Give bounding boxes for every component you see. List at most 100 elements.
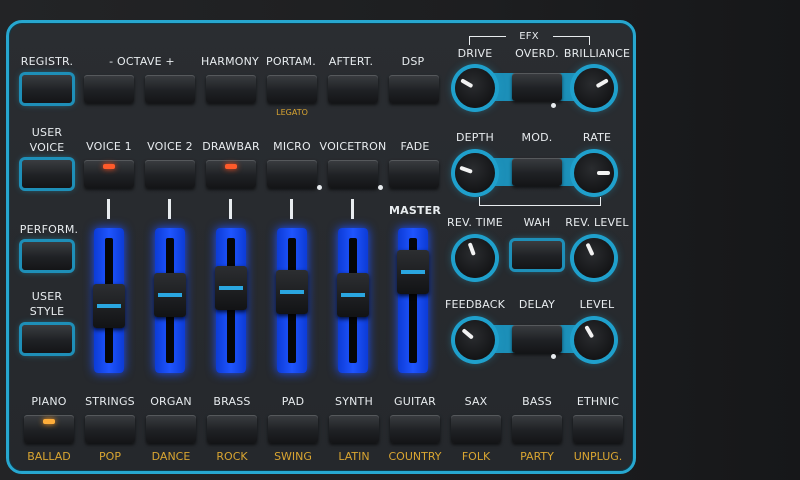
aftert-label: AFTERT. xyxy=(328,55,374,68)
brilliance-knob[interactable] xyxy=(574,68,614,108)
fader-1[interactable] xyxy=(93,228,125,373)
style-button-bass[interactable] xyxy=(512,415,562,443)
fader-4-cap[interactable] xyxy=(276,270,308,314)
portam-button[interactable] xyxy=(267,75,317,103)
style-top-label-sax: SAX xyxy=(464,395,488,408)
fader-3-tick xyxy=(229,199,232,219)
rev-level-knob[interactable] xyxy=(574,238,614,278)
rev-time-label: REV. TIME xyxy=(447,216,503,229)
fader-master[interactable] xyxy=(397,228,429,373)
feedback-knob-pointer xyxy=(461,328,474,340)
style-bottom-label-party: PARTY xyxy=(520,450,554,463)
fader-5-tick xyxy=(351,199,354,219)
level-knob[interactable] xyxy=(574,320,614,360)
perform-button[interactable] xyxy=(22,242,72,270)
wah-button[interactable] xyxy=(512,241,562,269)
style-top-label-guitar: GUITAR xyxy=(393,395,437,408)
delay-button[interactable] xyxy=(512,325,562,353)
efx-bracket-top xyxy=(469,36,506,45)
rate-knob[interactable] xyxy=(574,153,614,193)
micro-button[interactable] xyxy=(267,160,317,188)
efx-bracket-bottom xyxy=(479,197,601,206)
feedback-label: FEEDBACK xyxy=(445,298,506,311)
efx-title: EFX xyxy=(519,31,539,42)
portam-label: PORTAM. xyxy=(266,55,316,68)
style-button-brass[interactable] xyxy=(207,415,257,443)
fade-button[interactable] xyxy=(389,160,439,188)
aftert-button[interactable] xyxy=(328,75,378,103)
style-button-sax[interactable] xyxy=(451,415,501,443)
voice1-button[interactable] xyxy=(84,160,134,188)
user-voice-button[interactable] xyxy=(22,160,72,188)
efx-bracket-top-right xyxy=(553,36,590,45)
style-button-strings[interactable] xyxy=(85,415,135,443)
style-bottom-label-rock: ROCK xyxy=(216,450,248,463)
control-panel: REGISTR. - OCTAVE + HARMONY PORTAM. AFTE… xyxy=(6,20,636,474)
style-bottom-label-folk: FOLK xyxy=(461,450,491,463)
dsp-label: DSP xyxy=(401,55,425,68)
octave-up-button[interactable] xyxy=(145,75,195,103)
depth-knob[interactable] xyxy=(455,153,495,193)
style-top-label-piano: PIANO xyxy=(31,395,67,408)
octave-down-button[interactable] xyxy=(84,75,134,103)
user-voice-label: USER VOICE xyxy=(29,126,65,154)
style-top-label-organ: ORGAN xyxy=(150,395,192,408)
delay-indicator-dot xyxy=(551,354,556,359)
style-button-organ[interactable] xyxy=(146,415,196,443)
voice1-label: VOICE 1 xyxy=(86,140,132,153)
overd-button[interactable] xyxy=(512,73,562,101)
style-button-synth[interactable] xyxy=(329,415,379,443)
voice1-led xyxy=(103,164,115,169)
voice2-label: VOICE 2 xyxy=(147,140,193,153)
style-bottom-label-ballad: BALLAD xyxy=(27,450,71,463)
style-bottom-label-dance: DANCE xyxy=(151,450,191,463)
fader-5-stripe xyxy=(341,293,365,297)
style-bottom-label-pop: POP xyxy=(99,450,121,463)
user-style-button[interactable] xyxy=(22,325,72,353)
depth-label: DEPTH xyxy=(455,131,495,144)
fader-2[interactable] xyxy=(154,228,186,373)
fader-5-cap[interactable] xyxy=(337,273,369,317)
drive-knob-pointer xyxy=(460,78,474,89)
fader-1-stripe xyxy=(97,304,121,308)
style-top-label-pad: PAD xyxy=(281,395,305,408)
fader-master-cap[interactable] xyxy=(397,250,429,294)
style-top-label-ethnic: ETHNIC xyxy=(576,395,620,408)
fader-2-tick xyxy=(168,199,171,219)
wah-label: WAH xyxy=(523,216,551,229)
drawbar-button[interactable] xyxy=(206,160,256,188)
voice2-button[interactable] xyxy=(145,160,195,188)
style-button-ethnic[interactable] xyxy=(573,415,623,443)
style-top-label-synth: SYNTH xyxy=(335,395,373,408)
fader-1-cap[interactable] xyxy=(93,284,125,328)
keyboard-surface: REGISTR. - OCTAVE + HARMONY PORTAM. AFTE… xyxy=(0,0,800,480)
fader-1-tick xyxy=(107,199,110,219)
fader-3[interactable] xyxy=(215,228,247,373)
style-button-piano[interactable] xyxy=(24,415,74,443)
fader-3-cap[interactable] xyxy=(215,266,247,310)
dsp-button[interactable] xyxy=(389,75,439,103)
voicetron-button[interactable] xyxy=(328,160,378,188)
micro-indicator-dot xyxy=(317,185,322,190)
overd-label: OVERD. xyxy=(515,47,559,60)
harmony-button[interactable] xyxy=(206,75,256,103)
fader-2-cap[interactable] xyxy=(154,273,186,317)
fader-5[interactable] xyxy=(337,228,369,373)
style-button-pad[interactable] xyxy=(268,415,318,443)
drive-label: DRIVE xyxy=(457,47,493,60)
rate-knob-pointer xyxy=(597,171,610,175)
style-bottom-label-latin: LATIN xyxy=(338,450,370,463)
master-label: MASTER xyxy=(388,204,442,217)
feedback-knob[interactable] xyxy=(455,320,495,360)
micro-label: MICRO xyxy=(273,140,311,153)
style-top-label-brass: BRASS xyxy=(213,395,251,408)
drive-knob[interactable] xyxy=(455,68,495,108)
style-button-guitar[interactable] xyxy=(390,415,440,443)
registr-button[interactable] xyxy=(22,75,72,103)
fader-4[interactable] xyxy=(276,228,308,373)
mod-button[interactable] xyxy=(512,158,562,186)
level-knob-pointer xyxy=(584,325,595,339)
rev-time-knob[interactable] xyxy=(455,238,495,278)
octave-label: - OCTAVE + xyxy=(109,55,175,68)
fader-4-tick xyxy=(290,199,293,219)
